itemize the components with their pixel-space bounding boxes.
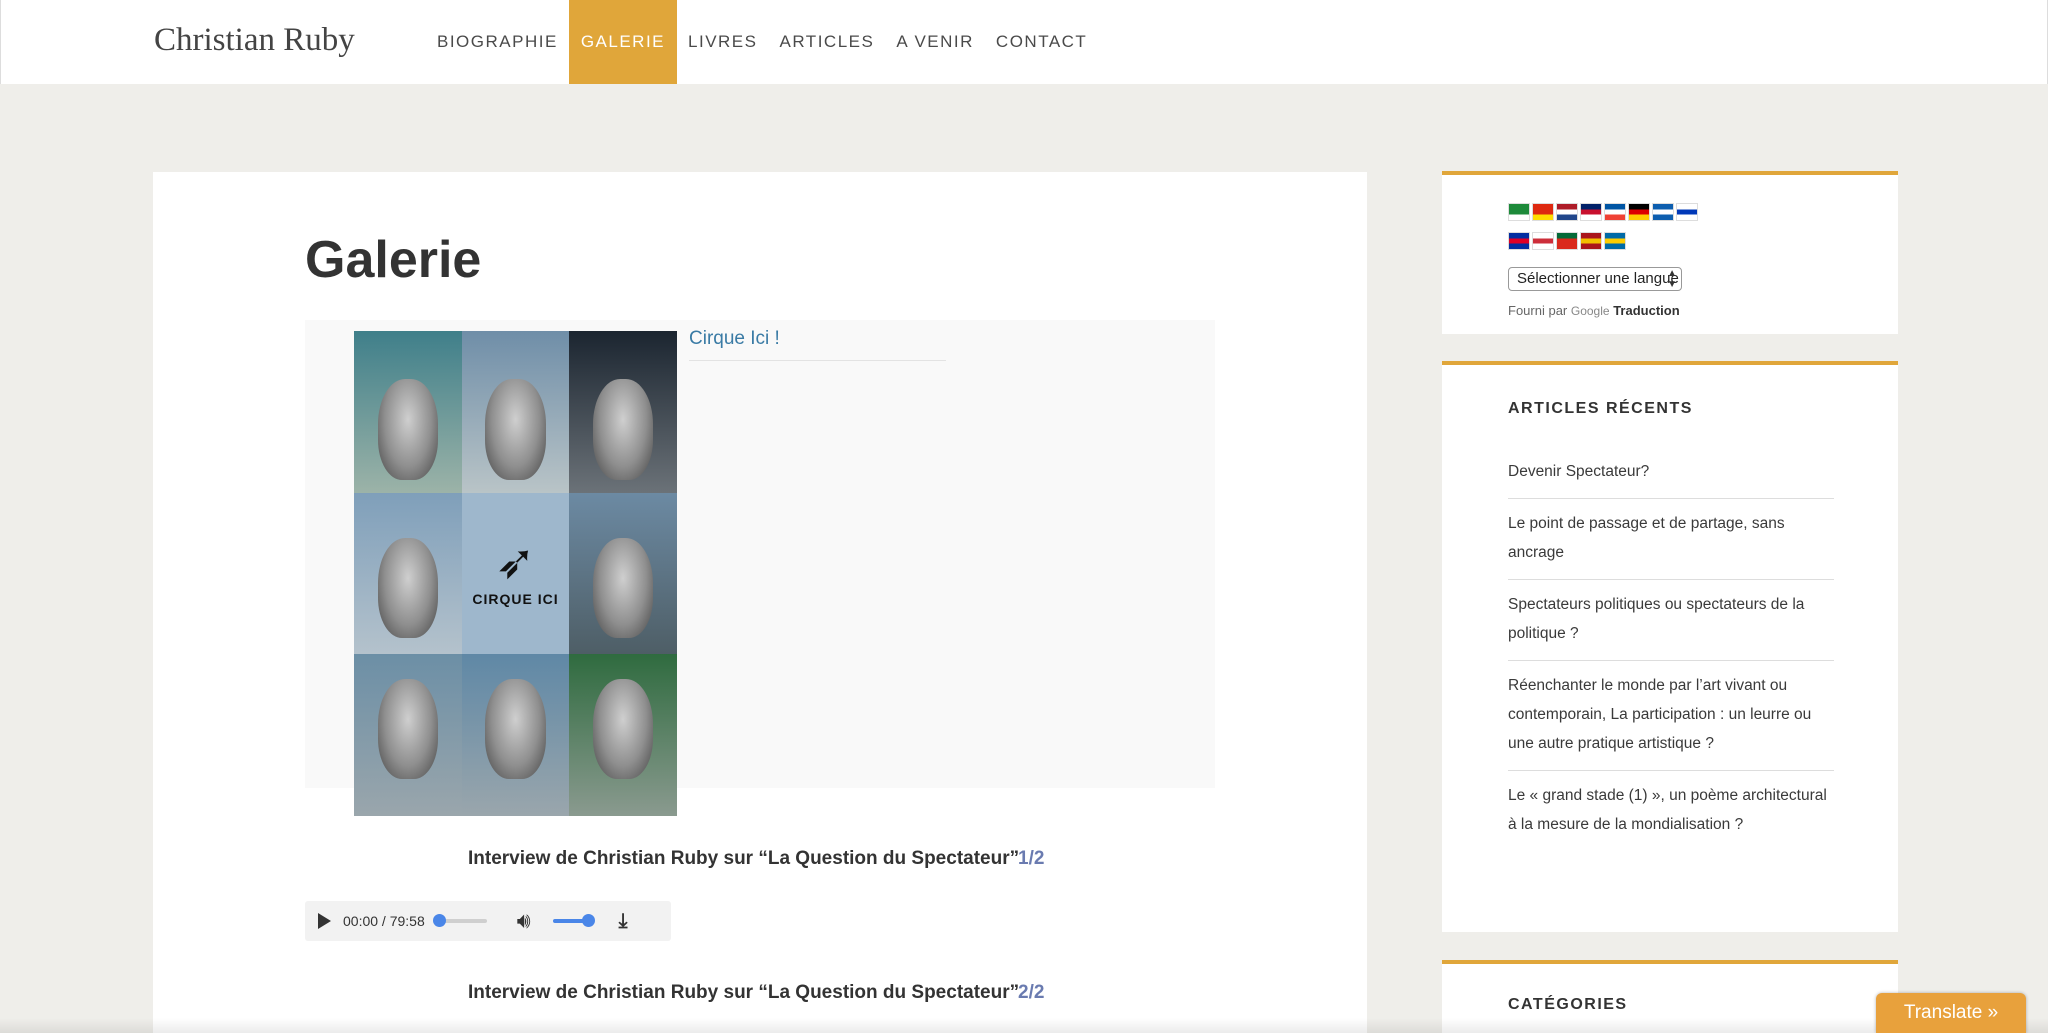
gallery-image[interactable]: ➶ CIRQUE ICI: [354, 331, 677, 816]
poster-portrait: [569, 331, 677, 493]
recent-article-link[interactable]: Le point de passage et de partage, sans …: [1508, 499, 1834, 580]
poster-portrait: [569, 492, 677, 655]
flag-german-icon[interactable]: [1628, 203, 1650, 221]
flag-arabic-icon[interactable]: [1508, 203, 1530, 221]
audio-time: 00:00 / 79:58: [343, 913, 425, 929]
poster-portrait: [354, 331, 462, 493]
nav-a-venir[interactable]: A VENIR: [885, 0, 985, 84]
translation-link[interactable]: Traduction: [1613, 303, 1679, 318]
google-logo: Google: [1570, 304, 1610, 318]
recent-article-link[interactable]: Devenir Spectateur?: [1508, 457, 1834, 499]
page-title: Galerie: [305, 231, 482, 289]
nav-galerie[interactable]: GALERIE: [568, 0, 678, 84]
poster-portrait: [569, 654, 677, 816]
flag-dutch-icon[interactable]: [1556, 203, 1578, 221]
track-count: 1/2: [1018, 848, 1045, 869]
flag-swedish-icon[interactable]: [1604, 232, 1626, 250]
poster-portrait: [354, 492, 462, 655]
audio-player: 00:00 / 79:58 🔊︎ ⤓: [305, 901, 671, 941]
poster-portrait: [461, 654, 570, 816]
site-header: Christian Ruby BIOGRAPHIE GALERIE LIVRES…: [0, 0, 2048, 84]
recent-article-link[interactable]: Réenchanter le monde par l’art vivant ou…: [1508, 661, 1834, 771]
flag-hebrew-icon[interactable]: [1676, 203, 1698, 221]
flag-spanish-icon[interactable]: [1580, 232, 1602, 250]
flag-portuguese-icon[interactable]: [1556, 232, 1578, 250]
poster-logo: ➶ CIRQUE ICI: [461, 492, 570, 655]
recent-article-link[interactable]: Le « grand stade (1) », un poème archite…: [1508, 771, 1834, 851]
main-content: Galerie ➶ CIRQUE ICI Cirque Ici ! Interv…: [153, 172, 1367, 1033]
language-flags: [1508, 203, 1718, 261]
recent-articles-list: Devenir Spectateur? Le point de passage …: [1508, 457, 1834, 851]
powered-by: Fourni par Google Traduction: [1508, 303, 1680, 318]
widget-title: ARTICLES RÉCENTS: [1508, 400, 1693, 417]
seek-slider[interactable]: [432, 914, 487, 927]
flag-greek-icon[interactable]: [1652, 203, 1674, 221]
site-title[interactable]: Christian Ruby: [154, 22, 355, 59]
track-title: Interview de Christian Ruby sur “La Ques…: [468, 982, 1020, 1003]
nav-livres[interactable]: LIVRES: [677, 0, 768, 84]
track-title: Interview de Christian Ruby sur “La Ques…: [468, 848, 1020, 869]
bottom-shadow: [0, 1018, 2048, 1033]
flag-english-icon[interactable]: [1580, 203, 1602, 221]
gallery: ➶ CIRQUE ICI Cirque Ici !: [305, 320, 1215, 816]
play-icon[interactable]: [318, 913, 331, 929]
track-count: 2/2: [1018, 982, 1045, 1003]
gallery-title-link[interactable]: Cirque Ici !: [689, 328, 946, 361]
cirque-logo-icon: ➶: [495, 536, 536, 590]
widget-title: CATÉGORIES: [1508, 996, 1628, 1013]
main-nav: BIOGRAPHIE GALERIE LIVRES ARTICLES A VEN…: [426, 0, 1098, 84]
nav-contact[interactable]: CONTACT: [985, 0, 1098, 84]
volume-slider[interactable]: [552, 914, 595, 927]
recent-article-link[interactable]: Spectateurs politiques ou spectateurs de…: [1508, 580, 1834, 661]
translate-widget: Sélectionner une langue ▲ ▼ Fourni par Go…: [1442, 171, 1898, 334]
poster-portrait: [354, 654, 462, 816]
translate-button[interactable]: Translate »: [1876, 993, 2026, 1033]
poster-logo-text: CIRQUE ICI: [472, 591, 559, 608]
download-icon[interactable]: ⤓: [619, 910, 628, 933]
flag-chinese-icon[interactable]: [1532, 203, 1554, 221]
language-select[interactable]: Sélectionner une langue ▲ ▼: [1508, 267, 1682, 291]
nav-biographie[interactable]: BIOGRAPHIE: [426, 0, 569, 84]
flag-korean-icon[interactable]: [1532, 232, 1554, 250]
poster-portrait: [461, 331, 570, 493]
volume-icon[interactable]: 🔊︎: [517, 908, 531, 934]
flag-khmer-icon[interactable]: [1508, 232, 1530, 250]
recent-articles-widget: ARTICLES RÉCENTS Devenir Spectateur? Le …: [1442, 361, 1898, 932]
flag-french-icon[interactable]: [1604, 203, 1626, 221]
nav-articles[interactable]: ARTICLES: [769, 0, 886, 84]
select-arrows-icon: ▲ ▼: [1667, 268, 1677, 290]
